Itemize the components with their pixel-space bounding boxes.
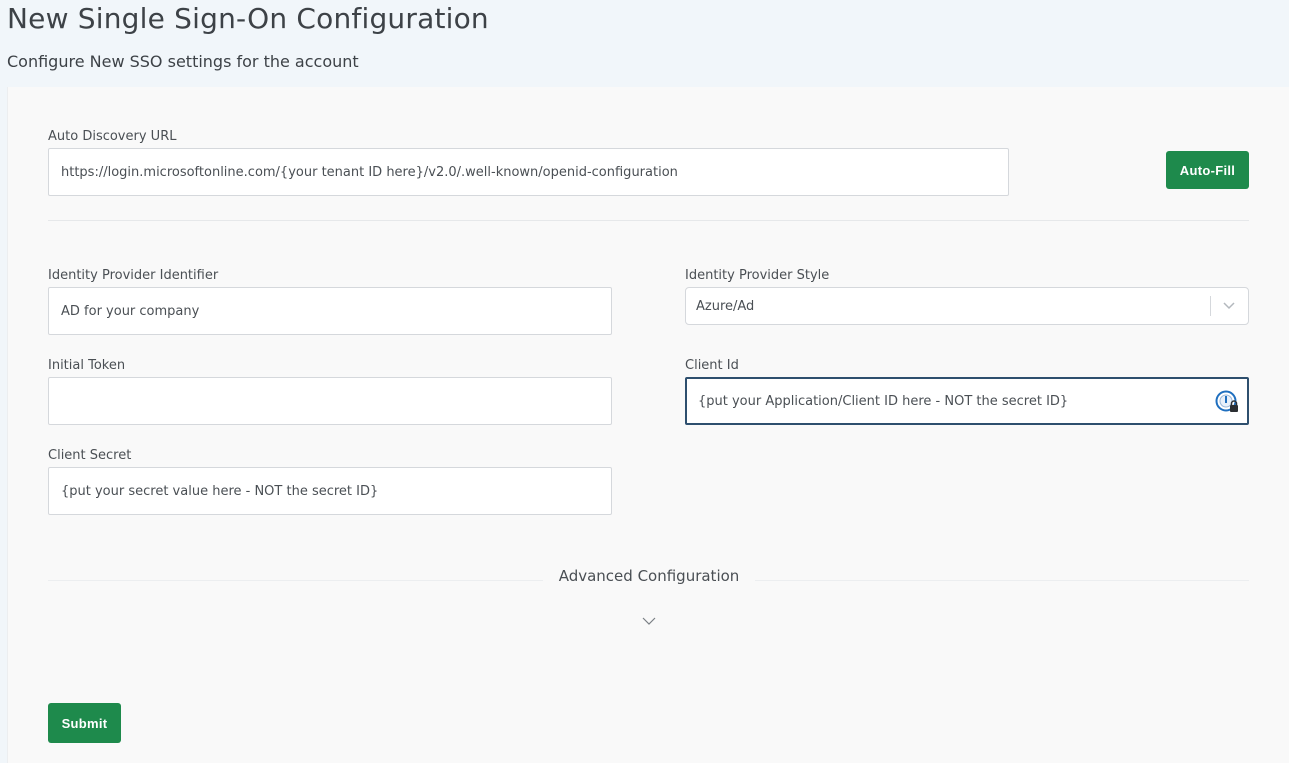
- initial-token-label: Initial Token: [48, 358, 126, 373]
- auto-fill-button[interactable]: Auto-Fill: [1166, 151, 1249, 189]
- idp-identifier-input[interactable]: AD for your company: [48, 287, 612, 335]
- client-secret-label: Client Secret: [48, 448, 132, 463]
- chevron-down-icon[interactable]: [642, 615, 656, 627]
- section-divider: [48, 220, 1249, 221]
- client-secret-input[interactable]: {put your secret value here - NOT the se…: [48, 467, 612, 515]
- idp-style-value: Azure/Ad: [696, 298, 755, 314]
- page-subtitle: Configure New SSO settings for the accou…: [7, 52, 359, 71]
- client-id-label: Client Id: [685, 358, 739, 373]
- sso-config-form: Auto Discovery URL https://login.microso…: [7, 87, 1289, 763]
- idp-identifier-label: Identity Provider Identifier: [48, 268, 219, 283]
- client-id-value: {put your Application/Client ID here - N…: [698, 393, 1069, 409]
- auto-discovery-url-input[interactable]: https://login.microsoftonline.com/{your …: [48, 148, 1009, 196]
- client-id-input[interactable]: {put your Application/Client ID here - N…: [685, 377, 1249, 425]
- password-manager-icon[interactable]: [1215, 390, 1239, 414]
- initial-token-input[interactable]: [48, 377, 612, 425]
- chevron-down-icon[interactable]: [1222, 298, 1236, 312]
- idp-style-label: Identity Provider Style: [685, 268, 830, 283]
- advanced-config-label: Advanced Configuration: [542, 567, 756, 585]
- page-header: New Single Sign-On Configuration Configu…: [0, 0, 1289, 87]
- page-title: New Single Sign-On Configuration: [7, 2, 489, 35]
- submit-button[interactable]: Submit: [48, 703, 121, 743]
- advanced-config-toggle[interactable]: Advanced Configuration: [8, 567, 1289, 585]
- select-separator: [1210, 296, 1211, 316]
- auto-discovery-label: Auto Discovery URL: [48, 129, 177, 144]
- idp-style-select[interactable]: Azure/Ad: [685, 287, 1249, 325]
- lock-icon: [1230, 405, 1238, 412]
